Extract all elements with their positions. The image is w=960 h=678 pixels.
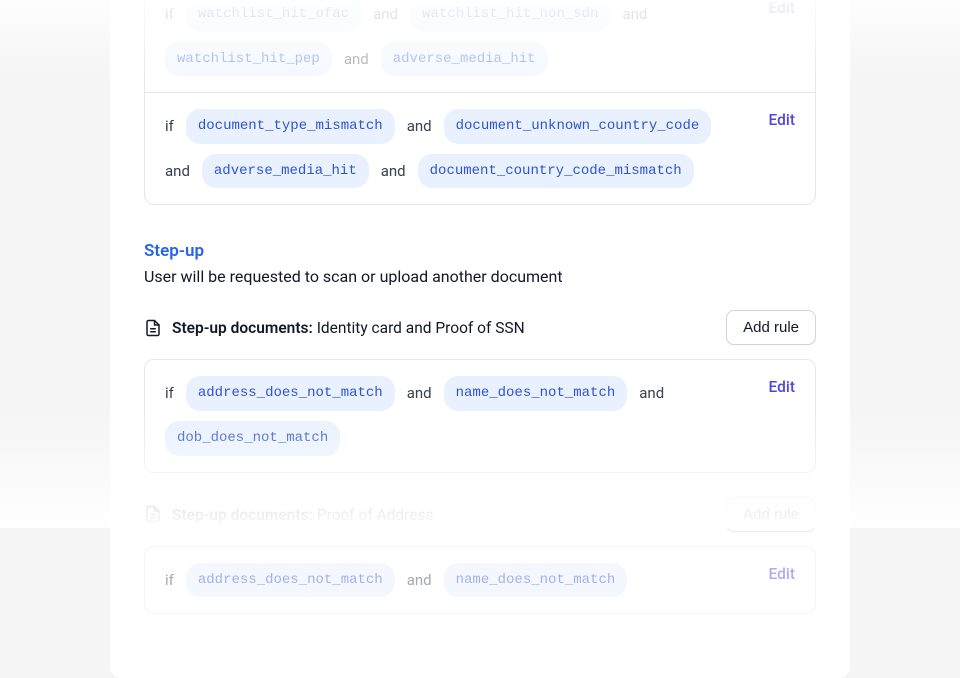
condition-chip[interactable]: document_unknown_country_code xyxy=(444,109,712,144)
stepup-documents-value: Identity card and Proof of SSN xyxy=(317,319,525,337)
stepup-documents-header: Step-up documents: Identity card and Pro… xyxy=(144,310,816,345)
condition-chip[interactable]: address_does_not_match xyxy=(186,563,395,598)
condition-chip[interactable]: adverse_media_hit xyxy=(381,42,548,77)
rule-row: if address_does_not_match and name_does_… xyxy=(145,360,815,471)
condition-chip[interactable]: watchlist_hit_ofac xyxy=(186,0,361,32)
condition-chip[interactable]: name_does_not_match xyxy=(444,563,628,598)
rule-row: if document_type_mismatch and document_u… xyxy=(145,92,815,204)
keyword-if: if xyxy=(165,379,174,408)
section-title-stepup: Step-up xyxy=(144,241,816,261)
document-icon xyxy=(144,319,162,337)
condition-chip[interactable]: watchlist_hit_non_sdn xyxy=(410,0,610,32)
stepup-documents-value: Proof of Address xyxy=(317,506,434,524)
rule-row: if watchlist_hit_ofac and watchlist_hit_… xyxy=(145,0,815,92)
keyword-and: and xyxy=(165,157,190,186)
keyword-and: and xyxy=(344,45,369,74)
rule-group-stepup: if address_does_not_match and name_does_… xyxy=(144,359,816,472)
keyword-and: and xyxy=(373,0,398,29)
rule-conditions: if document_type_mismatch and document_u… xyxy=(165,109,795,188)
rule-group-top: if watchlist_hit_ofac and watchlist_hit_… xyxy=(144,0,816,205)
condition-chip[interactable]: document_type_mismatch xyxy=(186,109,395,144)
keyword-if: if xyxy=(165,112,174,141)
rule-conditions: if address_does_not_match and name_does_… xyxy=(165,563,795,598)
condition-chip[interactable]: adverse_media_hit xyxy=(202,154,369,189)
keyword-if: if xyxy=(165,0,174,29)
keyword-and: and xyxy=(622,0,647,29)
edit-rule-link[interactable]: Edit xyxy=(769,111,795,129)
edit-rule-link[interactable]: Edit xyxy=(769,565,795,583)
condition-chip[interactable]: address_does_not_match xyxy=(186,376,395,411)
rule-row: if address_does_not_match and name_does_… xyxy=(145,547,815,614)
condition-chip[interactable]: name_does_not_match xyxy=(444,376,628,411)
add-rule-button[interactable]: Add rule xyxy=(726,310,816,345)
add-rule-button[interactable]: Add rule xyxy=(726,497,816,532)
rule-conditions: if address_does_not_match and name_does_… xyxy=(165,376,795,455)
keyword-and: and xyxy=(407,379,432,408)
condition-chip[interactable]: dob_does_not_match xyxy=(165,421,340,456)
keyword-and: and xyxy=(407,566,432,595)
stepup-documents-label: Step-up documents: xyxy=(172,506,313,524)
keyword-and: and xyxy=(407,112,432,141)
keyword-and: and xyxy=(639,379,664,408)
section-description: User will be requested to scan or upload… xyxy=(144,267,816,286)
rule-group-stepup: if address_does_not_match and name_does_… xyxy=(144,546,816,615)
condition-chip[interactable]: document_country_code_mismatch xyxy=(418,154,694,189)
edit-rule-link[interactable]: Edit xyxy=(769,0,795,17)
stepup-documents-header: Step-up documents: Proof of Address Add … xyxy=(144,497,816,532)
rule-conditions: if watchlist_hit_ofac and watchlist_hit_… xyxy=(165,0,795,76)
keyword-if: if xyxy=(165,566,174,595)
stepup-documents-label: Step-up documents: xyxy=(172,319,313,337)
condition-chip[interactable]: watchlist_hit_pep xyxy=(165,42,332,77)
document-icon xyxy=(144,505,162,523)
keyword-and: and xyxy=(381,157,406,186)
edit-rule-link[interactable]: Edit xyxy=(769,378,795,396)
